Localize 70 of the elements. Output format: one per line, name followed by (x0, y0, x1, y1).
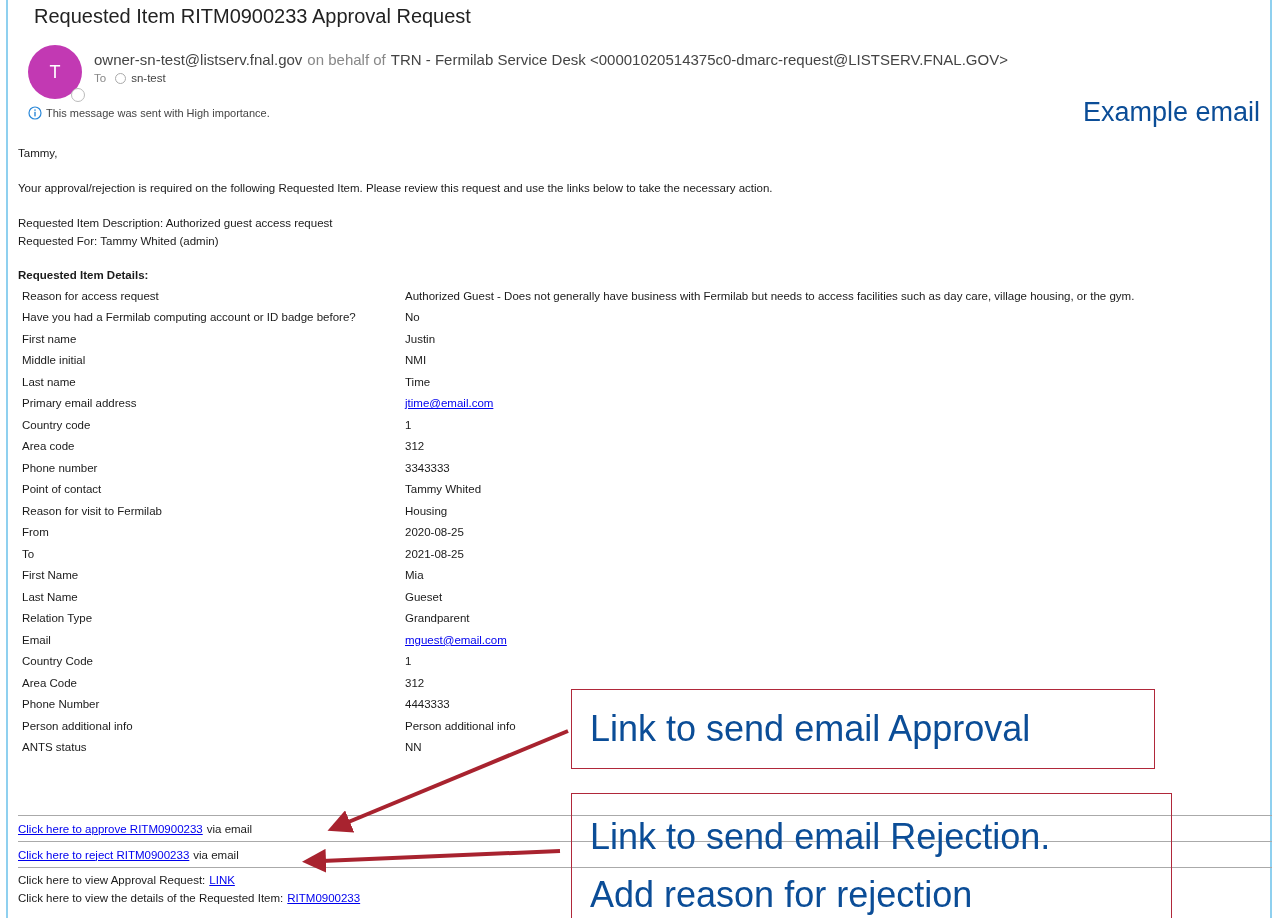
intro-text: Your approval/rejection is required on the following Requested Item. Please review this request and use the links below to take the necessary action. (18, 181, 774, 196)
detail-value: 1 (405, 655, 412, 668)
annotation-caption: Example email (1082, 97, 1260, 128)
detail-label: Point of contact (22, 483, 102, 496)
view-link[interactable]: RITM0900233 (287, 889, 361, 907)
detail-label: Have you had a Fermilab computing account or ID badge before? (22, 311, 356, 324)
detail-value: Person additional info (405, 719, 516, 732)
email-link[interactable]: mguest@email.com (405, 633, 507, 646)
detail-label: Area Code (22, 676, 77, 689)
detail-value: Time (405, 375, 431, 388)
detail-label: Reason for access request (22, 289, 159, 302)
detail-value: 2020-08-25 (405, 526, 464, 539)
detail-value: Authorized Guest - Does not generally have business with Fermilab but needs to access facilities such as day care, village housing, or the gym. (405, 289, 1135, 302)
detail-value: 312 (405, 676, 425, 689)
detail-value: NN (405, 741, 422, 754)
to-label: To (94, 72, 107, 84)
action-link[interactable]: Click here to reject RITM0900233 (18, 848, 190, 861)
view-link[interactable]: LINK (209, 871, 235, 889)
recipient-name[interactable]: sn-test (131, 72, 166, 84)
detail-label: ANTS status (22, 741, 87, 754)
detail-label: Last name (22, 375, 76, 388)
sender-name: TRN - Fermilab Service Desk <00001020514375c0-dmarc-request@LISTSERV.FNAL.GOV> (390, 51, 1008, 68)
detail-label: First name (22, 332, 77, 345)
detail-value: 4443333 (405, 698, 450, 711)
detail-value: Tammy Whited (405, 483, 482, 496)
detail-value: Mia (405, 569, 424, 582)
detail-value: Justin (405, 332, 436, 345)
details-heading: Requested Item Details: (18, 268, 150, 283)
detail-value: Grandparent (405, 612, 470, 625)
action-suffix: via email (206, 822, 253, 835)
detail-value: 312 (405, 440, 425, 453)
detail-value: 2021-08-25 (405, 547, 464, 560)
detail-label: Phone Number (22, 698, 100, 711)
detail-label: Reason for visit to Fermilab (22, 504, 162, 517)
email-link[interactable]: jtime@email.com (405, 397, 494, 410)
presence-icon (71, 88, 85, 102)
detail-label: Middle initial (22, 354, 86, 367)
detail-label: Primary email address (22, 397, 137, 410)
email-subject: Requested Item RITM0900233 Approval Request (33, 4, 472, 29)
detail-label: First Name (22, 569, 79, 582)
detail-value: 1 (405, 418, 412, 431)
action-link[interactable]: Click here to approve RITM0900233 (18, 822, 203, 835)
detail-label: From (22, 526, 49, 539)
annotation-callout: Link to send email Approval (571, 689, 1155, 769)
detail-label: Phone number (22, 461, 98, 474)
description-text: Requested Item Description: Authorized guest access request (18, 216, 334, 231)
detail-label: To (22, 547, 35, 560)
view-text: Click here to view the details of the Requested Item: (18, 891, 284, 906)
action-suffix: via email (193, 848, 239, 861)
info-icon (28, 106, 42, 120)
detail-value: NMI (405, 354, 427, 367)
requested-for-text: Requested For: Tammy Whited (admin) (18, 234, 220, 249)
sender-address: owner-sn-test@listserv.fnal.gov (94, 51, 303, 68)
detail-value: Gueset (405, 590, 443, 603)
detail-value: 3343333 (405, 461, 450, 474)
avatar-letter: T (49, 61, 61, 83)
behalf-text: on behalf of (307, 51, 386, 68)
annotation-callout: Link to send email Rejection. Add reason for rejection (571, 793, 1172, 918)
detail-label: Person additional info (22, 719, 133, 732)
detail-value: No (405, 311, 420, 324)
detail-label: Last Name (22, 590, 78, 603)
importance-note: This message was sent with High importance. (46, 107, 270, 119)
detail-label: Relation Type (22, 612, 93, 625)
detail-label: Country Code (22, 655, 93, 668)
detail-label: Area code (22, 440, 75, 453)
greeting-text: Tammy, (18, 146, 59, 161)
detail-label: Country code (22, 418, 91, 431)
view-text: Click here to view Approval Request: (18, 873, 206, 888)
detail-label: Email (22, 633, 51, 646)
detail-value: Housing (405, 504, 448, 517)
